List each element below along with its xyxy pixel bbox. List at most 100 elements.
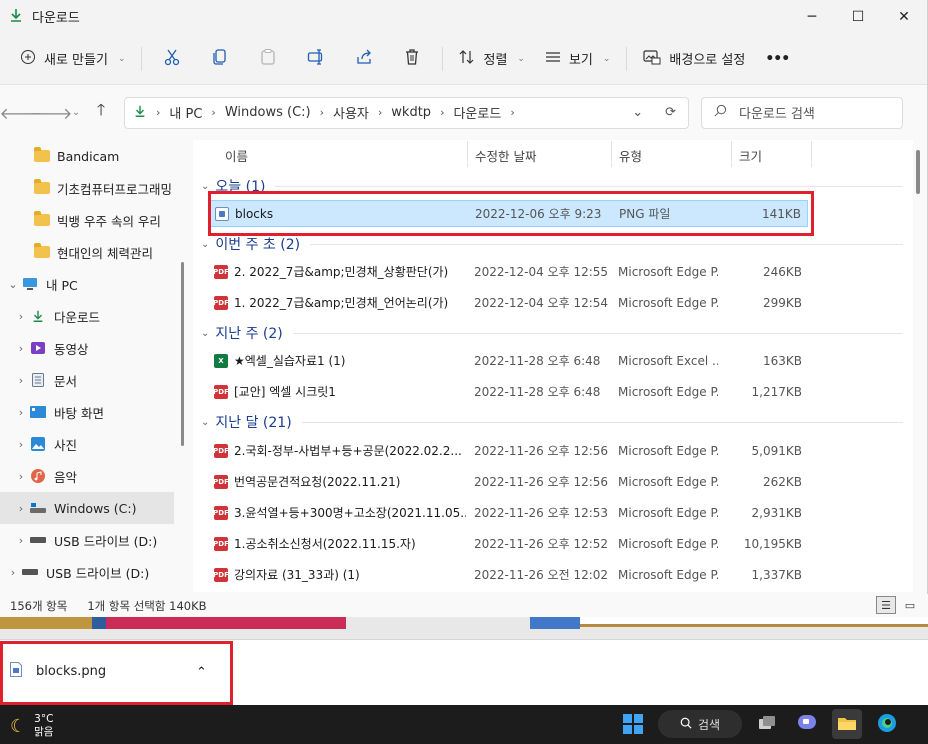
chevron-right-icon[interactable]: ›	[12, 534, 30, 547]
file-explorer-window: 다운로드 ─ ☐ ✕ 새로 만들기 ⌄ 정렬 ⌄ 보기 ⌄ 배경으로 설정 ••…	[0, 0, 928, 617]
command-bar: 새로 만들기 ⌄ 정렬 ⌄ 보기 ⌄ 배경으로 설정 •••	[0, 33, 927, 85]
file-row[interactable]: PDF [교안] 엑셀 시크릿1 2022-11-28 오후 6:48 Microso…	[210, 378, 808, 405]
folder-icon	[34, 179, 50, 194]
chevron-right-icon[interactable]: ›	[12, 310, 30, 323]
sort-button[interactable]: 정렬 ⌄	[449, 41, 534, 77]
weather-condition: 맑음	[34, 726, 54, 738]
file-row[interactable]: PDF 2.국회-정부-사법부+등+공문(2022.02.2... 2022-11-…	[210, 437, 808, 464]
address-bar[interactable]: › 내 PC › Windows (C:) › 사용자 › wkdtp › 다운로드 › …	[124, 96, 689, 129]
sidebar-item-usb-drive[interactable]: › USB 드라이브 (D:)	[0, 524, 192, 556]
copy-icon	[211, 48, 229, 69]
music-icon	[30, 469, 46, 483]
excel-file-icon: X	[214, 353, 228, 368]
forward-button[interactable]: 🡒	[30, 98, 73, 128]
chevron-down-icon[interactable]: ⌄	[4, 278, 22, 291]
file-row[interactable]: PDF 1.공소취소신청서(2022.11.15.자) 2022-11-26 오후 …	[210, 530, 808, 557]
file-list-scrollbar[interactable]	[916, 150, 920, 194]
breadcrumb-users[interactable]: 사용자	[333, 103, 369, 122]
teams-chat-button[interactable]	[792, 709, 822, 739]
recent-locations-button[interactable]: ⌄	[66, 98, 86, 128]
sidebar-scrollbar[interactable]	[181, 262, 184, 446]
file-row[interactable]: PDF 번역공문견적요청(2022.11.21) 2022-11-26 오후 12:…	[210, 468, 808, 495]
edge-browser-button[interactable]	[872, 709, 902, 739]
breadcrumb-downloads[interactable]: 다운로드	[453, 103, 501, 122]
chevron-right-icon[interactable]: ›	[4, 566, 22, 579]
sidebar-folder-bigbang[interactable]: 빅뱅 우주 속의 우리	[0, 204, 192, 236]
delete-button[interactable]	[388, 41, 436, 77]
set-background-button[interactable]: 배경으로 설정	[633, 41, 755, 77]
group-last-week[interactable]: ⌄ 지난 주 (2)	[201, 323, 903, 343]
share-button[interactable]	[340, 41, 388, 77]
task-view-button[interactable]	[752, 709, 782, 739]
plus-circle-icon	[20, 49, 36, 69]
sidebar-item-usb-drive-root[interactable]: › USB 드라이브 (D:)	[0, 556, 192, 588]
weather-widget[interactable]: ☾ 3°C 맑음	[10, 713, 53, 739]
folder-icon	[34, 211, 50, 226]
group-early-this-week[interactable]: ⌄ 이번 주 초 (2)	[201, 234, 903, 254]
file-row[interactable]: PDF 3.윤석열+등+300명+고소장(2021.11.05... 2022-11…	[210, 499, 808, 526]
sidebar-item-windows-c[interactable]: › Windows (C:)	[0, 492, 174, 524]
scissors-icon	[163, 48, 181, 69]
file-row[interactable]: X ★엑셀_실습자료1 (1) 2022-11-28 오후 6:48 Microsof…	[210, 347, 808, 374]
sidebar-folder-bandicam[interactable]: Bandicam	[0, 140, 192, 172]
sort-icon	[459, 49, 475, 69]
history-dropdown-icon[interactable]: ⌄	[632, 105, 643, 120]
more-options-button[interactable]: •••	[755, 41, 799, 77]
sidebar-item-videos[interactable]: › 동영상	[0, 332, 192, 364]
sidebar-folder-programming[interactable]: 기초컴퓨터프로그래밍	[0, 172, 192, 204]
chevron-right-icon[interactable]: ›	[12, 374, 30, 387]
image-icon	[643, 49, 661, 69]
sidebar-item-music[interactable]: › 음악	[0, 460, 192, 492]
file-row[interactable]: PDF 강의자료 (31_33과) (1) 2022-11-26 오전 12:02 M…	[210, 561, 808, 588]
chevron-down-icon: ⌄	[201, 327, 210, 339]
navigation-pane: Bandicam 기초컴퓨터프로그래밍 빅뱅 우주 속의 우리 현대인의 체력관…	[0, 140, 192, 592]
sidebar-this-pc[interactable]: ⌄ 내 PC	[0, 268, 192, 300]
group-last-month[interactable]: ⌄ 지난 달 (21)	[201, 412, 903, 432]
maximize-button[interactable]: ☐	[835, 0, 881, 33]
start-button[interactable]	[618, 709, 648, 739]
minimize-button[interactable]: ─	[789, 0, 835, 33]
file-row[interactable]: PDF 2. 2022_7급&amp;민경채_상황판단(가) 2022-12-04 …	[210, 258, 808, 285]
column-name[interactable]: 이름	[225, 146, 248, 165]
pdf-file-icon: PDF	[213, 474, 229, 489]
column-date[interactable]: 수정한 날짜	[475, 146, 536, 165]
tiles-view-button[interactable]: ▭	[900, 596, 920, 614]
rename-icon	[307, 48, 325, 69]
close-button[interactable]: ✕	[881, 0, 927, 33]
file-explorer-taskbar-button[interactable]	[832, 709, 862, 739]
new-button[interactable]: 새로 만들기 ⌄	[10, 41, 135, 77]
cut-button[interactable]	[148, 41, 196, 77]
sidebar-item-downloads[interactable]: › 다운로드	[0, 300, 192, 332]
item-count: 156개 항목	[10, 598, 68, 613]
column-type[interactable]: 유형	[619, 146, 642, 165]
taskbar: ☾ 3°C 맑음 검색	[0, 705, 928, 744]
title-bar: 다운로드 ─ ☐ ✕	[0, 0, 927, 33]
download-icon	[30, 309, 46, 323]
breadcrumb-user[interactable]: wkdtp	[391, 105, 431, 120]
search-box[interactable]: 다운로드 검색	[701, 96, 903, 129]
breadcrumb-windows-c[interactable]: Windows (C:)	[225, 105, 311, 120]
view-button[interactable]: 보기 ⌄	[535, 41, 620, 77]
chevron-right-icon[interactable]: ›	[12, 406, 30, 419]
sidebar-folder-fitness[interactable]: 현대인의 체력관리	[0, 236, 192, 268]
search-placeholder: 다운로드 검색	[739, 107, 815, 122]
file-row[interactable]: PDF 1. 2022_7급&amp;민경채_언어논리(가) 2022-12-04 …	[210, 289, 808, 316]
column-size[interactable]: 크기	[739, 146, 762, 165]
chevron-right-icon[interactable]: ›	[12, 342, 30, 355]
sidebar-item-pictures[interactable]: › 사진	[0, 428, 192, 460]
copy-button[interactable]	[196, 41, 244, 77]
taskbar-search[interactable]: 검색	[658, 710, 742, 738]
breadcrumb-this-pc[interactable]: 내 PC	[169, 103, 202, 122]
sidebar-item-desktop[interactable]: › 바탕 화면	[0, 396, 192, 428]
moon-icon: ☾	[10, 715, 27, 737]
column-headers: 이름 수정한 날짜 유형 크기	[193, 140, 913, 168]
chevron-right-icon[interactable]: ›	[12, 502, 30, 515]
chevron-right-icon[interactable]: ›	[12, 438, 30, 451]
refresh-icon[interactable]: ⟳	[665, 105, 676, 120]
up-button[interactable]: 🡑	[86, 98, 116, 128]
chevron-right-icon[interactable]: ›	[12, 470, 30, 483]
rename-button[interactable]	[292, 41, 340, 77]
details-view-button[interactable]: ☰	[876, 596, 896, 614]
paste-button[interactable]	[244, 41, 292, 77]
sidebar-item-documents[interactable]: › 문서	[0, 364, 192, 396]
